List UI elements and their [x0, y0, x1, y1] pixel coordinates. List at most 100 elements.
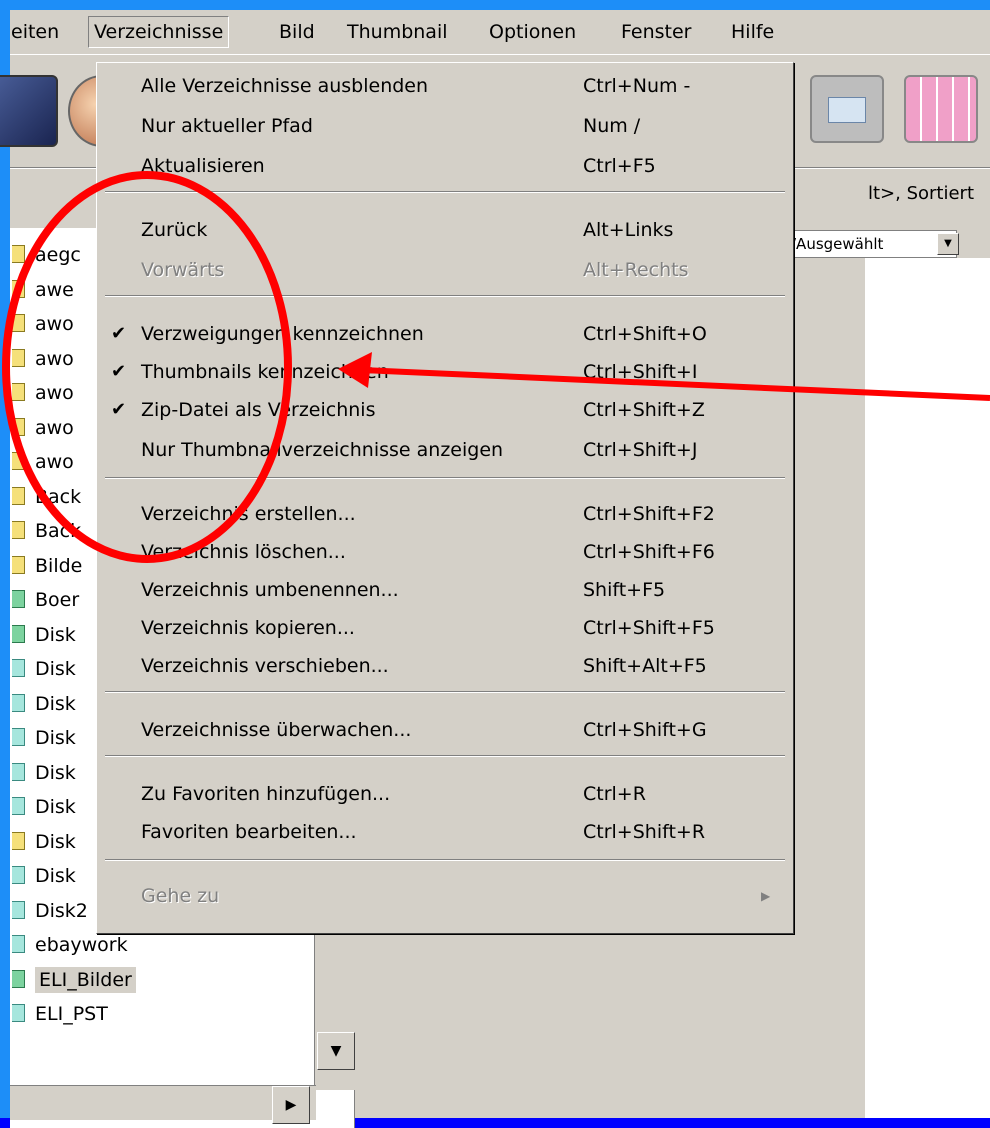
- grid-icon[interactable]: [904, 75, 978, 143]
- menu-item[interactable]: Zurück Alt+Links: [97, 213, 793, 247]
- tree-item[interactable]: Bilde: [10, 549, 82, 583]
- menu-thumbnail[interactable]: Thumbnail: [342, 16, 453, 48]
- menu-bearbeiten[interactable]: eiten: [6, 16, 64, 48]
- menu-item[interactable]: Verzeichnis erstellen... Ctrl+Shift+F2: [97, 497, 793, 531]
- menu-item[interactable]: ✔ Verzweigungen kennzeichnen Ctrl+Shift+O: [97, 317, 793, 351]
- filter-combo-value: /Ausgewählt: [791, 235, 884, 253]
- menu-item-shortcut: Ctrl+Shift+G: [583, 719, 707, 741]
- menu-bild[interactable]: Bild: [274, 16, 320, 48]
- menu-item-label: Gehe zu: [141, 885, 220, 907]
- tree-item[interactable]: Disk: [10, 721, 76, 755]
- tree-item[interactable]: Disk: [10, 790, 76, 824]
- menu-separator: [105, 691, 785, 693]
- image-icon[interactable]: [810, 75, 884, 143]
- folder-icon: [12, 452, 25, 470]
- tree-item[interactable]: awo: [10, 445, 74, 479]
- thumbnail-area[interactable]: [865, 258, 990, 1118]
- tree-item-label: ELI_Bilder: [35, 966, 136, 993]
- scroll-down-button[interactable]: ▼: [317, 1032, 355, 1070]
- menu-item: Gehe zu ▶: [97, 879, 793, 913]
- tree-item-label: Disk: [35, 761, 76, 784]
- menu-item-shortcut: Ctrl+Shift+R: [583, 821, 706, 843]
- book-icon[interactable]: [0, 75, 58, 147]
- menu-item-label: Verzweigungen kennzeichnen: [141, 323, 424, 345]
- tree-item[interactable]: Disk: [10, 618, 76, 652]
- menu-optionen[interactable]: Optionen: [484, 16, 581, 48]
- tree-item-label: Boer: [35, 589, 80, 611]
- tree-item[interactable]: awo: [10, 376, 74, 410]
- tree-item-label: Back: [35, 485, 82, 508]
- menu-item-shortcut: Ctrl+Shift+J: [583, 439, 698, 461]
- tree-item[interactable]: awo: [10, 411, 74, 445]
- tree-item[interactable]: aegc: [10, 238, 81, 272]
- folder-icon: [12, 486, 25, 505]
- folder-icon: [12, 900, 25, 919]
- menu-item[interactable]: Verzeichnisse überwachen... Ctrl+Shift+G: [97, 713, 793, 747]
- folder-icon: [12, 935, 25, 953]
- folder-icon: [12, 279, 25, 298]
- app-window: eiten Verzeichnisse Bild Thumbnail Optio…: [0, 10, 990, 1128]
- folder-icon: [12, 1004, 25, 1022]
- tree-horizontal-scrollbar[interactable]: ▶: [10, 1085, 316, 1124]
- menu-item[interactable]: ✔ Zip-Datei als Verzeichnis Ctrl+Shift+Z: [97, 393, 793, 427]
- tree-item-label: Disk2: [35, 899, 88, 922]
- tree-item[interactable]: Disk: [10, 687, 76, 721]
- menu-item[interactable]: Zu Favoriten hinzufügen... Ctrl+R: [97, 777, 793, 811]
- folder-icon: [12, 831, 25, 850]
- menu-verzeichnisse[interactable]: Verzeichnisse: [88, 16, 230, 48]
- tree-item-label: Disk: [35, 692, 76, 715]
- menu-item[interactable]: Nur aktueller Pfad Num /: [97, 109, 793, 143]
- menu-item[interactable]: Verzeichnis löschen... Ctrl+Shift+F6: [97, 535, 793, 569]
- menu-item-label: Aktualisieren: [141, 155, 265, 177]
- menu-item-shortcut: Ctrl+Num -: [583, 75, 691, 97]
- tree-item[interactable]: Disk2: [10, 894, 88, 928]
- menu-item[interactable]: Verzeichnis kopieren... Ctrl+Shift+F5: [97, 611, 793, 645]
- outer-border-left: [0, 0, 10, 1118]
- menu-separator: [105, 477, 785, 479]
- tree-item-label: Disk: [35, 830, 76, 853]
- tree-item[interactable]: ELI_Bilder: [10, 963, 136, 997]
- menu-item-label: Vorwärts: [141, 259, 225, 281]
- tree-item-label: Disk: [35, 623, 76, 646]
- tree-item[interactable]: awo: [10, 342, 74, 376]
- menu-item-label: Zurück: [141, 219, 208, 241]
- tree-item[interactable]: Disk: [10, 756, 76, 790]
- tree-item-label: aegc: [35, 244, 81, 266]
- tree-item[interactable]: Back: [10, 480, 81, 514]
- menu-item-shortcut: Ctrl+Shift+F5: [583, 617, 715, 639]
- menu-item[interactable]: Verzeichnis verschieben... Shift+Alt+F5: [97, 649, 793, 683]
- menu-hilfe[interactable]: Hilfe: [726, 16, 779, 48]
- combo-dropdown-button[interactable]: ▼: [937, 233, 959, 255]
- tree-item[interactable]: Disk: [10, 859, 76, 893]
- menu-item-label: Verzeichnisse überwachen...: [141, 719, 412, 741]
- menu-item[interactable]: ✔ Thumbnails kennzeichnen Ctrl+Shift+I: [97, 355, 793, 389]
- tree-item[interactable]: awo: [10, 307, 74, 341]
- folder-icon: [12, 728, 25, 746]
- check-icon: ✔: [111, 323, 127, 344]
- tree-item-label: awo: [35, 347, 74, 370]
- filter-combo[interactable]: /Ausgewählt: [790, 230, 957, 258]
- tree-item-label: Disk: [35, 658, 76, 680]
- menu-item[interactable]: Verzeichnis umbenennen... Shift+F5: [97, 573, 793, 607]
- tree-item-label: awo: [35, 416, 74, 439]
- submenu-arrow-icon: ▶: [761, 889, 771, 903]
- tree-item[interactable]: ELI_PST: [10, 997, 108, 1031]
- tree-item[interactable]: awe: [10, 273, 74, 307]
- menu-item[interactable]: Alle Verzeichnisse ausblenden Ctrl+Num -: [97, 69, 793, 103]
- scroll-right-button[interactable]: ▶: [272, 1086, 310, 1124]
- folder-icon: [12, 417, 25, 436]
- tree-item[interactable]: Back: [10, 514, 81, 548]
- tree-item-label: Disk: [35, 796, 76, 818]
- tree-item[interactable]: Boer: [10, 583, 79, 617]
- menu-item[interactable]: Favoriten bearbeiten... Ctrl+Shift+R: [97, 815, 793, 849]
- menu-item[interactable]: Aktualisieren Ctrl+F5: [97, 149, 793, 183]
- tree-item[interactable]: Disk: [10, 652, 76, 686]
- folder-icon: [12, 383, 25, 401]
- menu-fenster[interactable]: Fenster: [616, 16, 696, 48]
- tree-item-label: awo: [35, 382, 74, 404]
- menu-item-label: Verzeichnis kopieren...: [141, 617, 355, 639]
- menu-item[interactable]: Nur Thumbnailverzeichnisse anzeigen Ctrl+…: [97, 433, 793, 467]
- menu-item-shortcut: Ctrl+F5: [583, 155, 656, 177]
- tree-item-label: Disk: [35, 727, 76, 749]
- tree-item[interactable]: Disk: [10, 825, 76, 859]
